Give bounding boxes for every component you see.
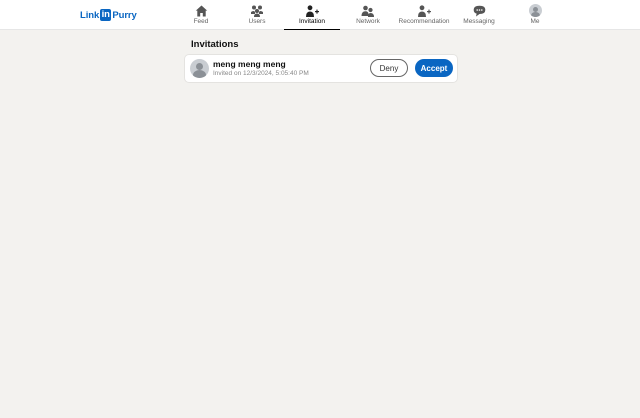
inviter-name[interactable]: meng meng meng bbox=[213, 59, 286, 69]
chat-icon bbox=[472, 4, 486, 17]
invitation-card: meng meng meng Invited on 12/3/2024, 5:0… bbox=[185, 55, 457, 82]
users-icon bbox=[250, 4, 264, 17]
app-logo[interactable]: Link in Purry bbox=[80, 8, 137, 22]
nav-label-users: Users bbox=[248, 18, 266, 25]
invited-timestamp: Invited on 12/3/2024, 5:05:40 PM bbox=[213, 70, 309, 77]
top-navigation-bar: Link in Purry Feed Users Invitation Netw… bbox=[0, 0, 640, 30]
logo-text-right: Purry bbox=[112, 9, 137, 21]
nav-item-users[interactable]: Users bbox=[229, 0, 285, 30]
network-icon bbox=[361, 4, 375, 17]
nav-label-network: Network bbox=[356, 18, 380, 25]
nav-label-feed: Feed bbox=[193, 18, 209, 25]
nav-label-invitation: Invitation bbox=[298, 18, 326, 25]
logo-text-box: in bbox=[100, 9, 112, 21]
nav-item-network[interactable]: Network bbox=[340, 0, 396, 30]
nav-item-invitation[interactable]: Invitation bbox=[284, 0, 340, 30]
nav-item-me[interactable]: Me bbox=[507, 0, 563, 30]
home-icon bbox=[194, 4, 208, 17]
logo-text-left: Link bbox=[80, 9, 100, 21]
recommend-person-icon bbox=[417, 4, 431, 17]
avatar-icon bbox=[528, 4, 542, 17]
nav-item-recommendation[interactable]: Recommendation bbox=[395, 0, 453, 30]
deny-button[interactable]: Deny bbox=[370, 59, 408, 77]
accept-button[interactable]: Accept bbox=[415, 59, 453, 77]
nav-item-feed[interactable]: Feed bbox=[173, 0, 229, 30]
page-title: Invitations bbox=[191, 39, 239, 50]
nav-item-messaging[interactable]: Messaging bbox=[451, 0, 507, 30]
nav-label-messaging: Messaging bbox=[463, 18, 495, 25]
add-person-icon bbox=[305, 4, 319, 17]
avatar[interactable] bbox=[190, 59, 209, 78]
nav-label-recommendation: Recommendation bbox=[398, 18, 450, 25]
nav-label-me: Me bbox=[530, 18, 540, 25]
